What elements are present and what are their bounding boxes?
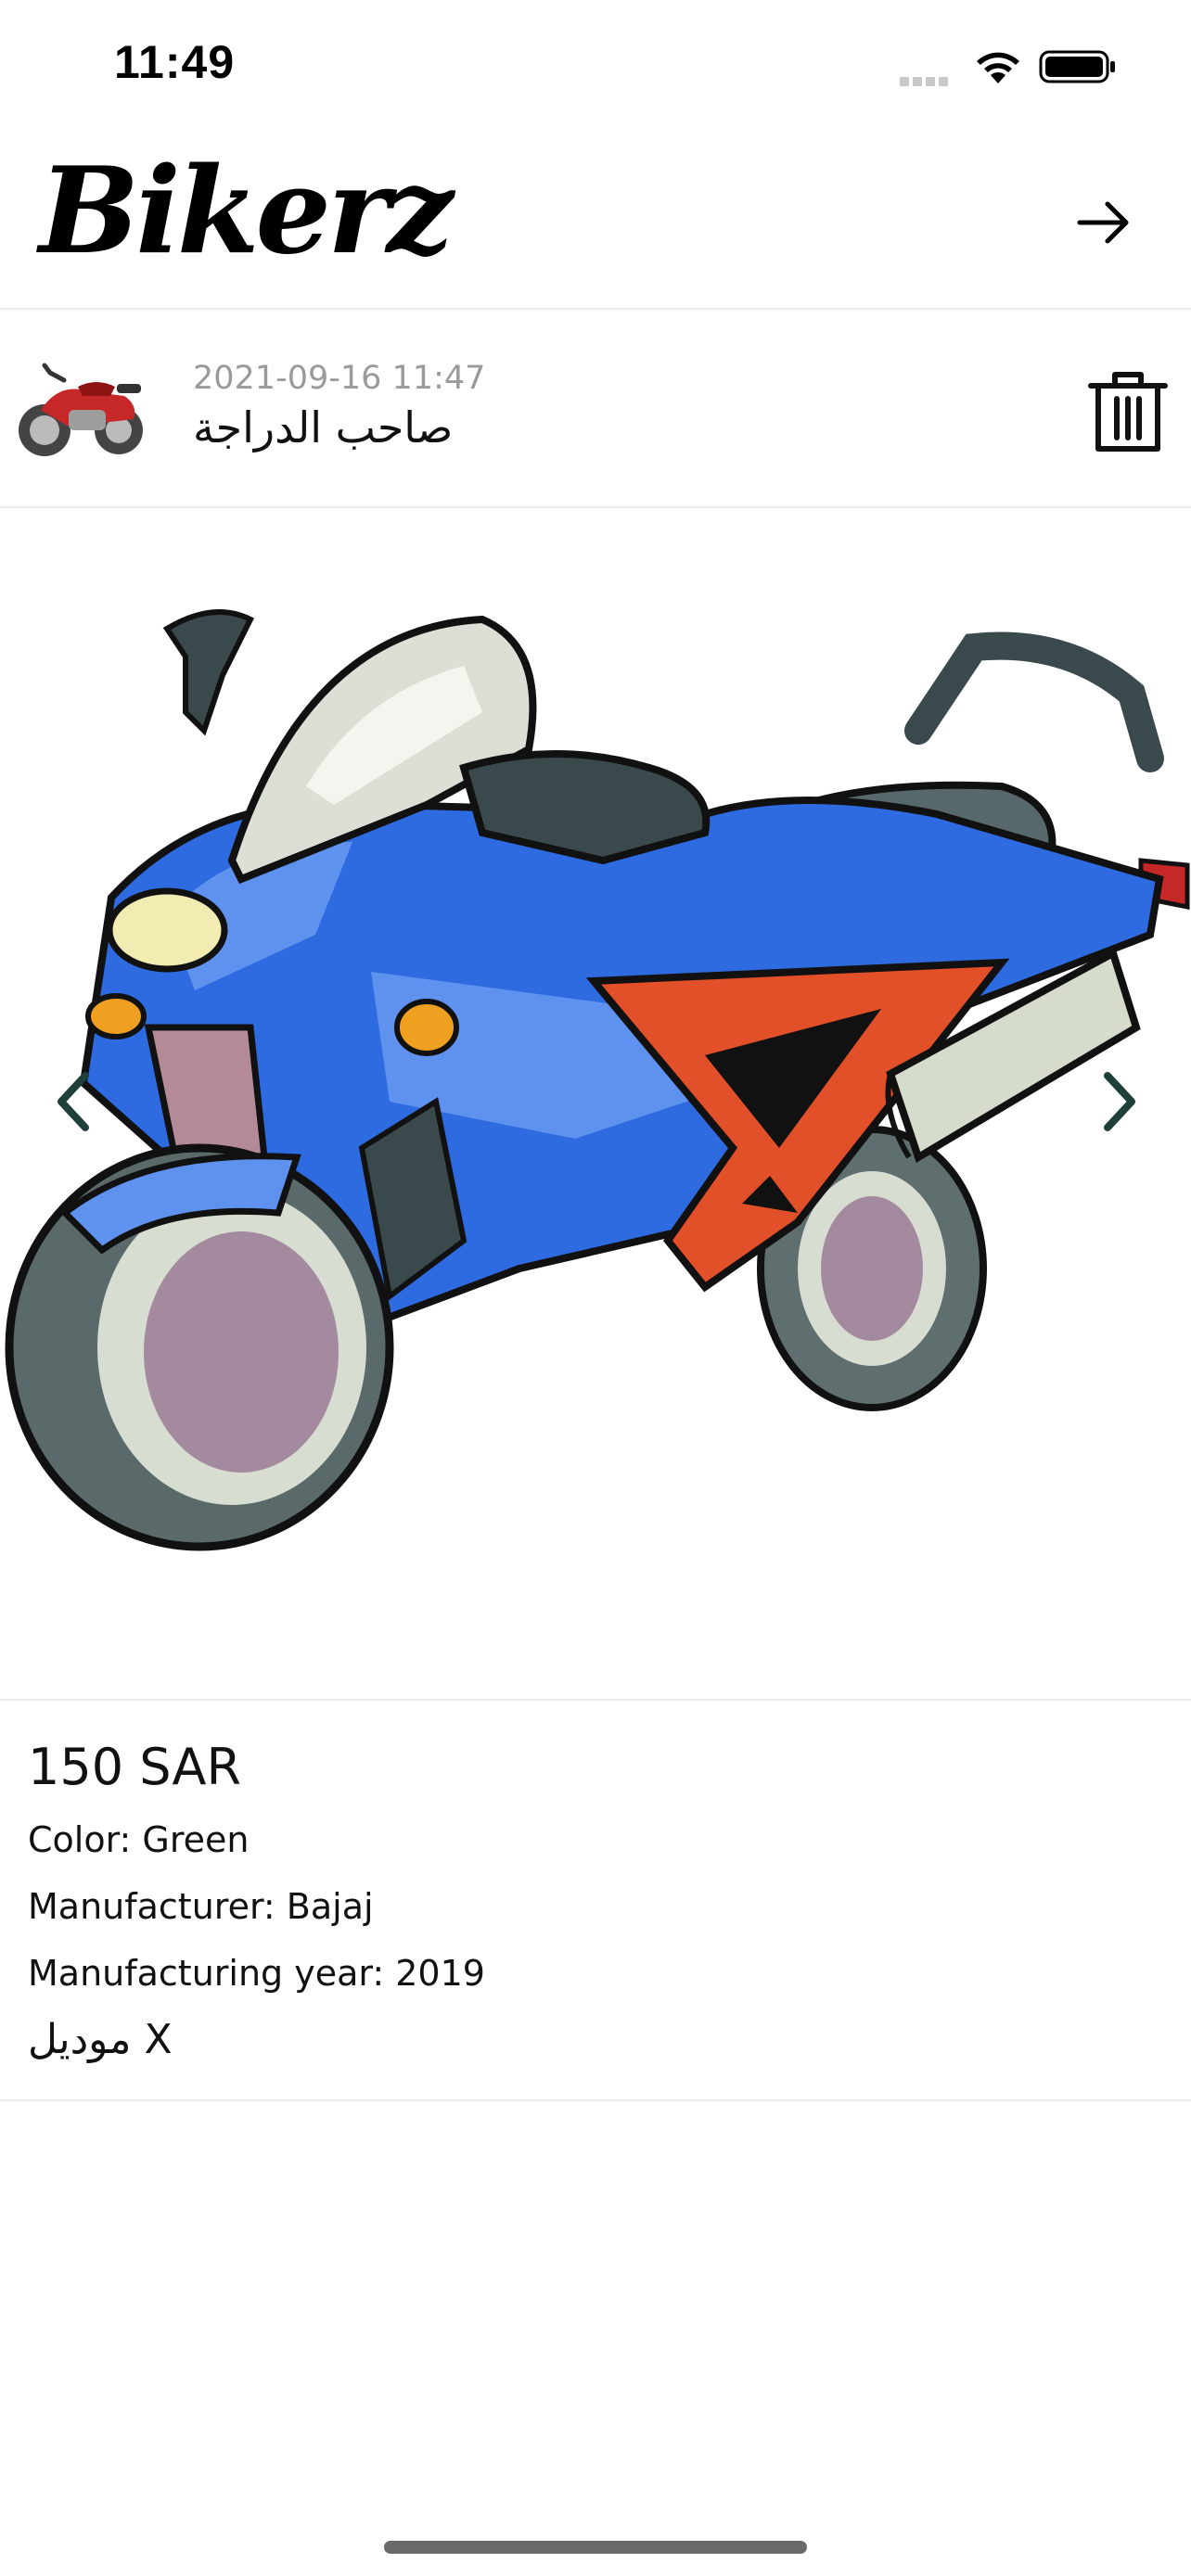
- home-indicator[interactable]: [384, 2541, 807, 2554]
- battery-icon: [1039, 50, 1115, 83]
- motorcycle-image: [5, 609, 1190, 1551]
- poster-row: 2021-09-16 11:47 صاحب الدراجة: [0, 310, 1191, 508]
- chevron-right-icon[interactable]: [1093, 1065, 1145, 1139]
- forward-arrow-button[interactable]: [1067, 185, 1141, 260]
- status-bar: 11:49: [0, 0, 1191, 130]
- model-detail: موديل X: [28, 2016, 173, 2063]
- color-detail: Color: Green: [28, 1819, 250, 1860]
- chevron-left-icon[interactable]: [48, 1065, 100, 1139]
- listing-details: 150 SAR Color: Green Manufacturer: Bajaj…: [0, 1701, 1191, 2101]
- app-logo: Bikerz: [39, 142, 454, 281]
- app-header: Bikerz: [0, 130, 1191, 310]
- cellular-signal-icon: [900, 72, 952, 90]
- price: 150 SAR: [28, 1738, 241, 1796]
- trash-icon[interactable]: [1085, 365, 1171, 458]
- avatar: [19, 363, 143, 456]
- post-date: 2021-09-16 11:47: [193, 360, 486, 397]
- manufacturer-detail: Manufacturer: Bajaj: [28, 1886, 374, 1927]
- image-gallery[interactable]: [0, 508, 1191, 1701]
- wifi-icon: [977, 52, 1019, 83]
- status-time: 11:49: [114, 36, 236, 88]
- poster-name: صاحب الدراجة: [193, 402, 454, 453]
- year-detail: Manufacturing year: 2019: [28, 1953, 485, 1994]
